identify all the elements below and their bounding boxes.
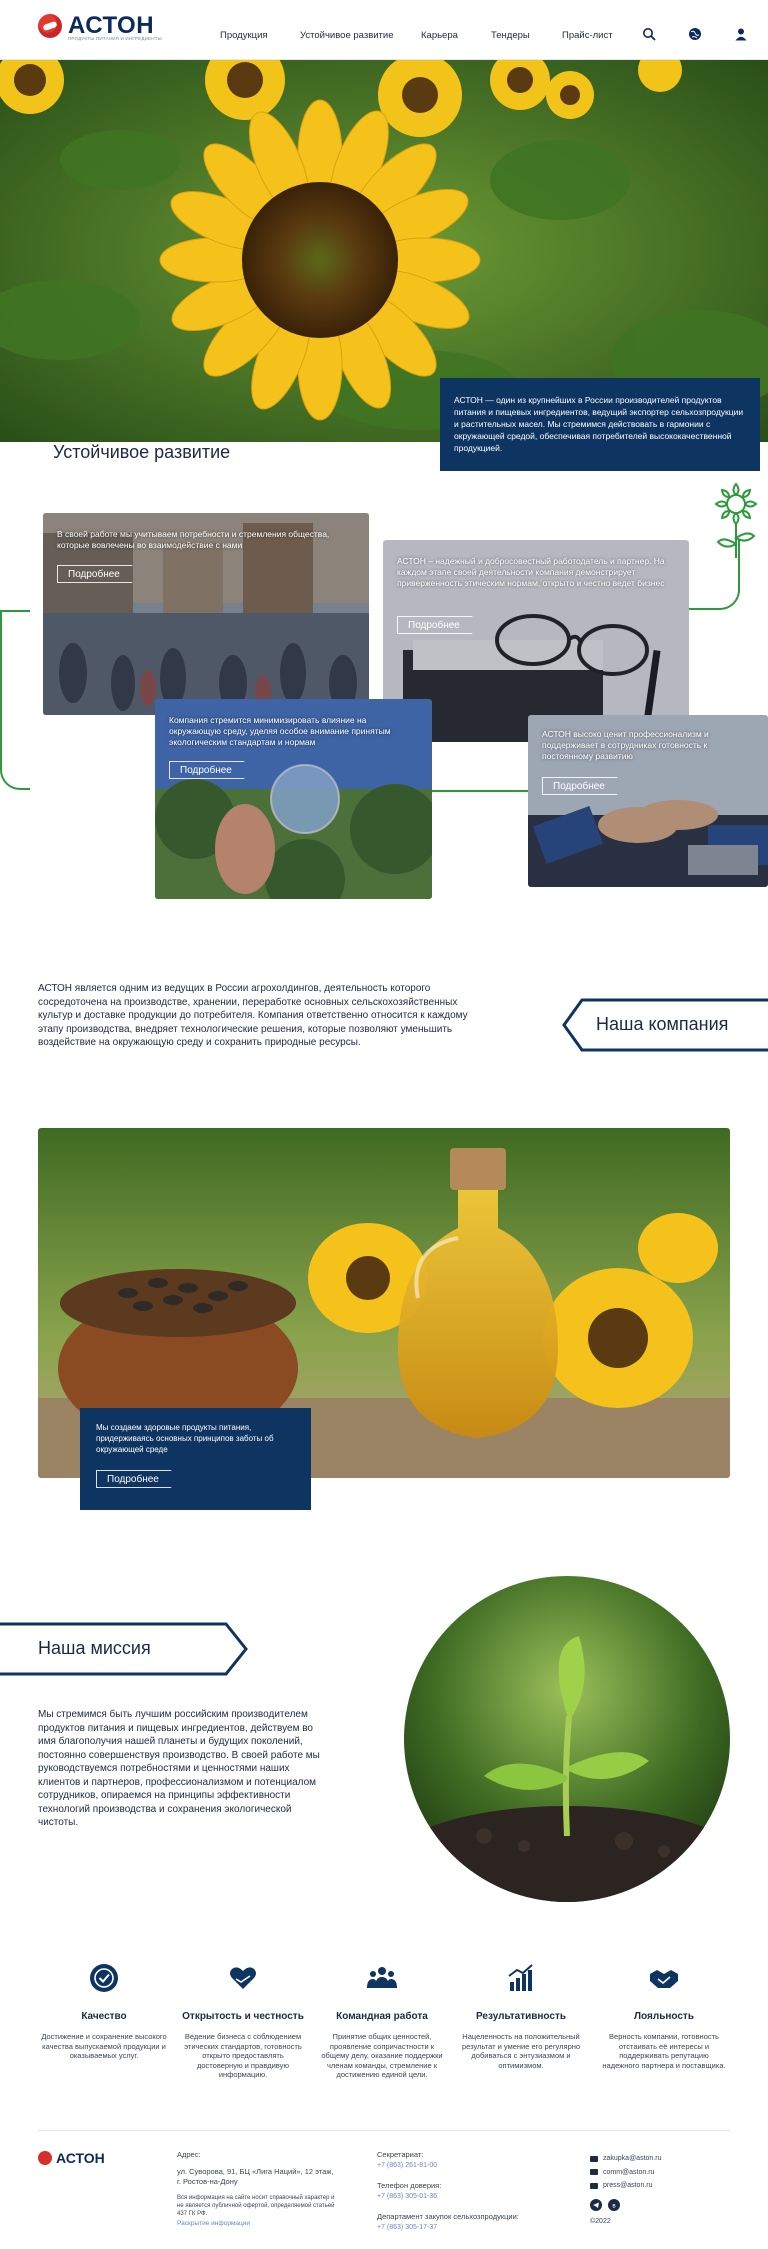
user-icon[interactable] <box>734 27 748 41</box>
nav-career[interactable]: Карьера <box>421 30 458 41</box>
secretary-phone[interactable]: +7 (863) 261-81-00 <box>377 2162 547 2169</box>
logo-icon <box>38 14 62 38</box>
mail-icon <box>590 2169 598 2176</box>
value-title: Качество <box>81 2011 127 2022</box>
handshake-icon <box>650 1970 678 1988</box>
value-loyalty: Лояльность Верность компании, готовность… <box>601 1962 727 2070</box>
address-label: Адрес: <box>177 2150 201 2159</box>
oil-info-card: Мы создаем здоровые продукты питания, пр… <box>80 1408 311 1510</box>
footer-contacts-block: zakupka@aston.ru comm@aston.ru press@ast… <box>590 2154 730 2226</box>
value-performance: Результативность Нацеленность на положит… <box>458 1962 584 2070</box>
footer-phones-block: Секретариат: +7 (863) 261-81-00 Телефон … <box>377 2150 547 2231</box>
connector-line-bottom <box>430 790 530 792</box>
chart-growth-icon <box>508 1964 533 1991</box>
sprout-image <box>404 1576 730 1902</box>
value-text: Нацеленность на положительный результат … <box>461 2032 581 2070</box>
secretary-label: Секретариат: <box>377 2150 424 2159</box>
professionalism-card-text: АСТОН высоко ценит профессионализм и под… <box>542 729 709 761</box>
search-icon[interactable] <box>642 27 656 41</box>
company-description: АСТОН является одним из ведущих в России… <box>38 983 468 1048</box>
value-text: Ведение бизнеса с соблюдением этических … <box>184 2032 302 2079</box>
employer-more-button[interactable]: Подробнее <box>397 616 482 634</box>
team-icon <box>367 1967 397 1988</box>
society-more-button[interactable]: Подробнее <box>57 565 142 583</box>
address-text: ул. Суворова, 91, БЦ «Лига Наций», 12 эт… <box>177 2167 334 2186</box>
telegram-icon[interactable] <box>590 2198 602 2211</box>
our-mission-tag[interactable]: Наша миссия <box>0 1622 250 1676</box>
brand-subtitle: ПРОДУКТЫ ПИТАНИЯ И ИНГРЕДИЕНТЫ <box>68 36 162 41</box>
our-company-tag[interactable]: Наша компания <box>560 998 768 1052</box>
footer-address-block: Адрес: ул. Суворова, 91, БЦ «Лига Наций»… <box>177 2150 337 2227</box>
value-quality: Качество Достижение и сохранение высоког… <box>41 1962 167 2061</box>
value-text: Принятие общих ценностей, проявление соп… <box>321 2032 443 2079</box>
heart-hands-icon <box>230 1967 256 1989</box>
mission-description: Мы стремимся быть лучшим российским прои… <box>38 1709 320 1828</box>
sustainability-title: Устойчивое развитие <box>53 442 231 462</box>
social-icons: в <box>590 2198 730 2211</box>
society-card-text: В своей работе мы учитываем потребности … <box>57 529 330 550</box>
brand-name: АСТОН <box>68 12 155 39</box>
oil-card-text: Мы создаем здоровые продукты питания, пр… <box>96 1423 274 1454</box>
trust-label: Телефон доверия: <box>377 2181 442 2190</box>
disclosure-link[interactable]: Раскрытие информации <box>177 2220 337 2227</box>
employer-card-text: АСТОН – надежный и добросовестный работо… <box>397 556 665 588</box>
vk-icon[interactable]: в <box>608 2198 620 2211</box>
oil-more-button[interactable]: Подробнее <box>96 1470 181 1488</box>
environment-card[interactable]: Компания стремится минимизировать влияни… <box>155 699 432 899</box>
value-teamwork: Командная работа Принятие общих ценносте… <box>319 1962 445 2080</box>
value-title: Лояльность <box>634 2011 694 2022</box>
society-card[interactable]: В своей работе мы учитываем потребности … <box>43 513 369 715</box>
sunflower-outline-icon <box>714 482 758 558</box>
email-press[interactable]: press@aston.ru <box>603 2181 653 2191</box>
hero-info-card: АСТОН — один из крупнейших в России прои… <box>440 378 760 471</box>
sprout-illustration <box>404 1576 730 1902</box>
footer-brand-name: АСТОН <box>56 2150 105 2166</box>
professionalism-card[interactable]: АСТОН высоко ценит профессионализм и под… <box>528 715 768 887</box>
email-comm[interactable]: comm@aston.ru <box>603 2168 654 2178</box>
environment-more-button[interactable]: Подробнее <box>169 761 254 779</box>
our-mission-label: Наша миссия <box>38 1638 151 1658</box>
footer-divider <box>38 2130 730 2131</box>
svg-text:в: в <box>612 2202 616 2209</box>
connector-line-left <box>0 610 30 790</box>
our-company-label: Наша компания <box>596 1014 729 1034</box>
mail-icon <box>590 2155 598 2162</box>
globe-icon[interactable] <box>688 27 702 41</box>
email-row[interactable]: comm@aston.ru <box>590 2168 730 2178</box>
nav-price-list[interactable]: Прайс-лист <box>562 30 613 41</box>
value-text: Достижение и сохранение высокого качеств… <box>41 2032 167 2060</box>
environment-card-text: Компания стремится минимизировать влияни… <box>169 715 391 747</box>
value-openness: Открытость и честность Ведение бизнеса с… <box>180 1962 306 2080</box>
footer-logo-icon <box>38 2151 52 2165</box>
value-title: Командная работа <box>336 2011 428 2022</box>
trust-phone[interactable]: +7 (863) 305-01-36 <box>377 2193 547 2200</box>
nav-products[interactable]: Продукция <box>220 30 268 41</box>
value-text: Верность компании, готовность отстаивать… <box>602 2032 726 2070</box>
hero-card-text: АСТОН — один из крупнейших в России прои… <box>454 395 744 453</box>
brand-logo[interactable]: АСТОН <box>38 14 154 38</box>
email-zakupka[interactable]: zakupka@aston.ru <box>603 2154 661 2164</box>
purchase-label: Департамент закупок сельхозпродукции: <box>377 2212 519 2221</box>
email-row[interactable]: press@aston.ru <box>590 2181 730 2191</box>
footer-logo[interactable]: АСТОН <box>38 2150 105 2166</box>
value-title: Открытость и честность <box>182 2011 304 2022</box>
nav-tenders[interactable]: Тендеры <box>491 30 530 41</box>
quality-badge-icon <box>90 1964 118 1992</box>
email-row[interactable]: zakupka@aston.ru <box>590 2154 730 2164</box>
copyright: ©2022 <box>590 2217 611 2225</box>
purchase-phone[interactable]: +7 (863) 305-17-37 <box>377 2224 547 2231</box>
site-header: АСТОН ПРОДУКТЫ ПИТАНИЯ И ИНГРЕДИЕНТЫ Про… <box>0 0 768 60</box>
disclaimer-text: Вся информация на сайте носит справочный… <box>177 2195 335 2217</box>
nav-sustainability[interactable]: Устойчивое развитие <box>300 30 394 41</box>
value-title: Результативность <box>475 2011 567 2022</box>
mail-icon <box>590 2182 598 2189</box>
professionalism-more-button[interactable]: Подробнее <box>542 777 627 795</box>
